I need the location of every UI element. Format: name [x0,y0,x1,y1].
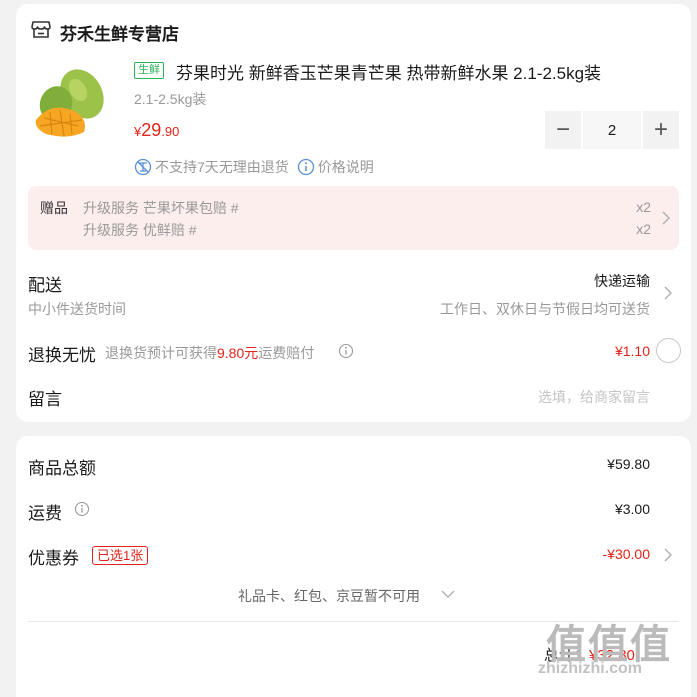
product-price: ¥29.90 [134,120,179,141]
return-desc-prefix: 退换货预计可获得 [105,345,217,361]
notice-row: 不支持7天无理由退货 价格说明 [134,157,374,177]
delivery-method[interactable]: 快递运输 [594,271,650,291]
increase-button[interactable]: + [643,111,679,149]
return-desc-amount: 9.80元 [217,345,259,361]
chevron-down-icon[interactable] [441,589,455,599]
gift-item-name: 升级服务 优鲜赔 # [83,222,197,238]
return-worry-label: 退换无忧 [28,346,96,365]
price-note-link[interactable]: 价格说明 [318,157,374,177]
quantity-stepper: − 2 + [545,111,679,149]
message-input[interactable]: 选填，给商家留言 [538,387,650,407]
coupon-badge: 已选1张 [92,546,149,565]
gift-item-qty: x2 [636,199,651,215]
chevron-right-icon[interactable] [663,548,673,562]
goods-total-label: 商品总额 [28,459,96,478]
info-icon[interactable] [74,501,90,517]
order-card: 芬禾生鲜专营店 生鲜 芬果时光 新鲜香玉芒果青芒果 热带新鲜水果 2.1-2.5… [16,4,691,422]
goods-total-value: ¥59.80 [607,456,650,472]
delivery-sub-right: 工作日、双休日与节假日均可送货 [440,301,650,317]
no-return-icon [134,158,152,176]
return-desc-suffix: 运费赔付 [258,345,315,361]
chevron-right-icon[interactable] [663,286,673,300]
shipping-value: ¥3.00 [614,501,650,517]
price-decimal: .90 [161,124,180,139]
unavailable-text[interactable]: 礼品卡、红包、京豆暂不可用 [238,586,420,606]
no-return-text: 不支持7天无理由退货 [155,159,289,175]
coupon-value[interactable]: -¥30.00 [603,546,650,562]
gift-item-name: 升级服务 芒果坏果包赔 # [83,200,239,216]
shipping-label: 运费 [28,504,62,523]
return-worry-radio[interactable] [656,338,681,363]
summary-card: 商品总额 ¥59.80 运费 ¥3.00 优惠券 已选1张 -¥30.00 礼品… [16,436,691,697]
coupon-label: 优惠券 [28,549,79,568]
store-name[interactable]: 芬禾生鲜专营店 [60,20,179,45]
fresh-tag: 生鲜 [134,62,164,79]
return-worry-desc: 退换货预计可获得9.80元运费赔付 [105,343,314,363]
product-title[interactable]: 芬果时光 新鲜香玉芒果青芒果 热带新鲜水果 2.1-2.5kg装 [176,59,601,84]
delivery-sub-left: 中小件送货时间 [28,301,126,317]
chevron-right-icon [662,211,671,225]
delivery-label: 配送 [28,276,62,295]
quantity-input[interactable]: 2 [583,111,641,149]
message-label: 留言 [28,390,62,409]
info-icon[interactable] [338,343,354,359]
watermark-url: zhizhizhi.com [538,660,642,677]
store-icon [31,21,51,38]
return-worry-price: ¥1.10 [614,343,650,359]
decrease-button[interactable]: − [545,111,581,149]
gift-panel[interactable]: 赠品 升级服务 芒果坏果包赔 # 升级服务 优鲜赔 # x2 x2 [28,186,679,250]
product-spec: 2.1-2.5kg装 [134,91,207,107]
gift-item-qty: x2 [636,221,651,237]
info-icon[interactable] [297,158,315,176]
product-image[interactable] [32,64,112,144]
price-integer: 29 [141,120,162,140]
gift-label: 赠品 [40,200,68,216]
